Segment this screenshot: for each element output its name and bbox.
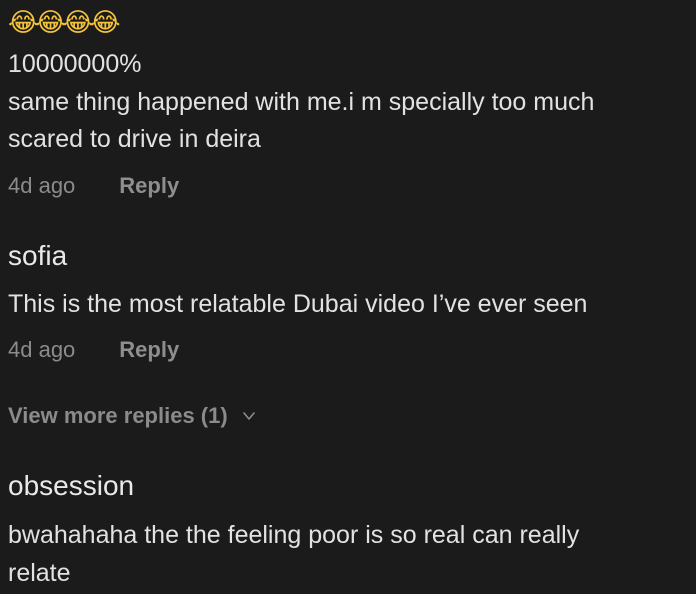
comment-text-line: bwahahaha the the feeling poor is so rea… xyxy=(8,521,580,549)
comment-meta: 4d ago Reply xyxy=(8,172,686,200)
comment-text-line: scared to drive in deira xyxy=(8,125,261,153)
comment-1: 10000000% same thing happened with me.i … xyxy=(8,46,686,159)
tears-of-joy-emoji-icon: 😂😂😂😂 xyxy=(8,8,121,38)
comment-3: bwahahaha the the feeling poor is so rea… xyxy=(8,517,686,592)
timestamp: 4d ago xyxy=(8,173,76,198)
username[interactable]: obsession xyxy=(8,469,686,503)
comment-meta: 4d ago Reply xyxy=(8,336,686,364)
comment-text-line: same thing happened with me.i m speciall… xyxy=(8,87,595,116)
comment-text-line: 10000000% xyxy=(8,50,142,78)
reply-button[interactable]: Reply xyxy=(119,336,179,364)
comment-text: This is the most relatable Dubai video I… xyxy=(8,290,588,318)
timestamp: 4d ago xyxy=(8,337,76,362)
reply-button[interactable]: Reply xyxy=(119,172,179,200)
view-more-replies-label: View more replies (1) xyxy=(8,403,228,428)
username[interactable]: sofia xyxy=(8,239,686,273)
comment-text-line: relate xyxy=(8,558,71,587)
view-more-replies-button[interactable]: View more replies (1) xyxy=(8,402,256,430)
chevron-down-icon xyxy=(242,412,255,420)
